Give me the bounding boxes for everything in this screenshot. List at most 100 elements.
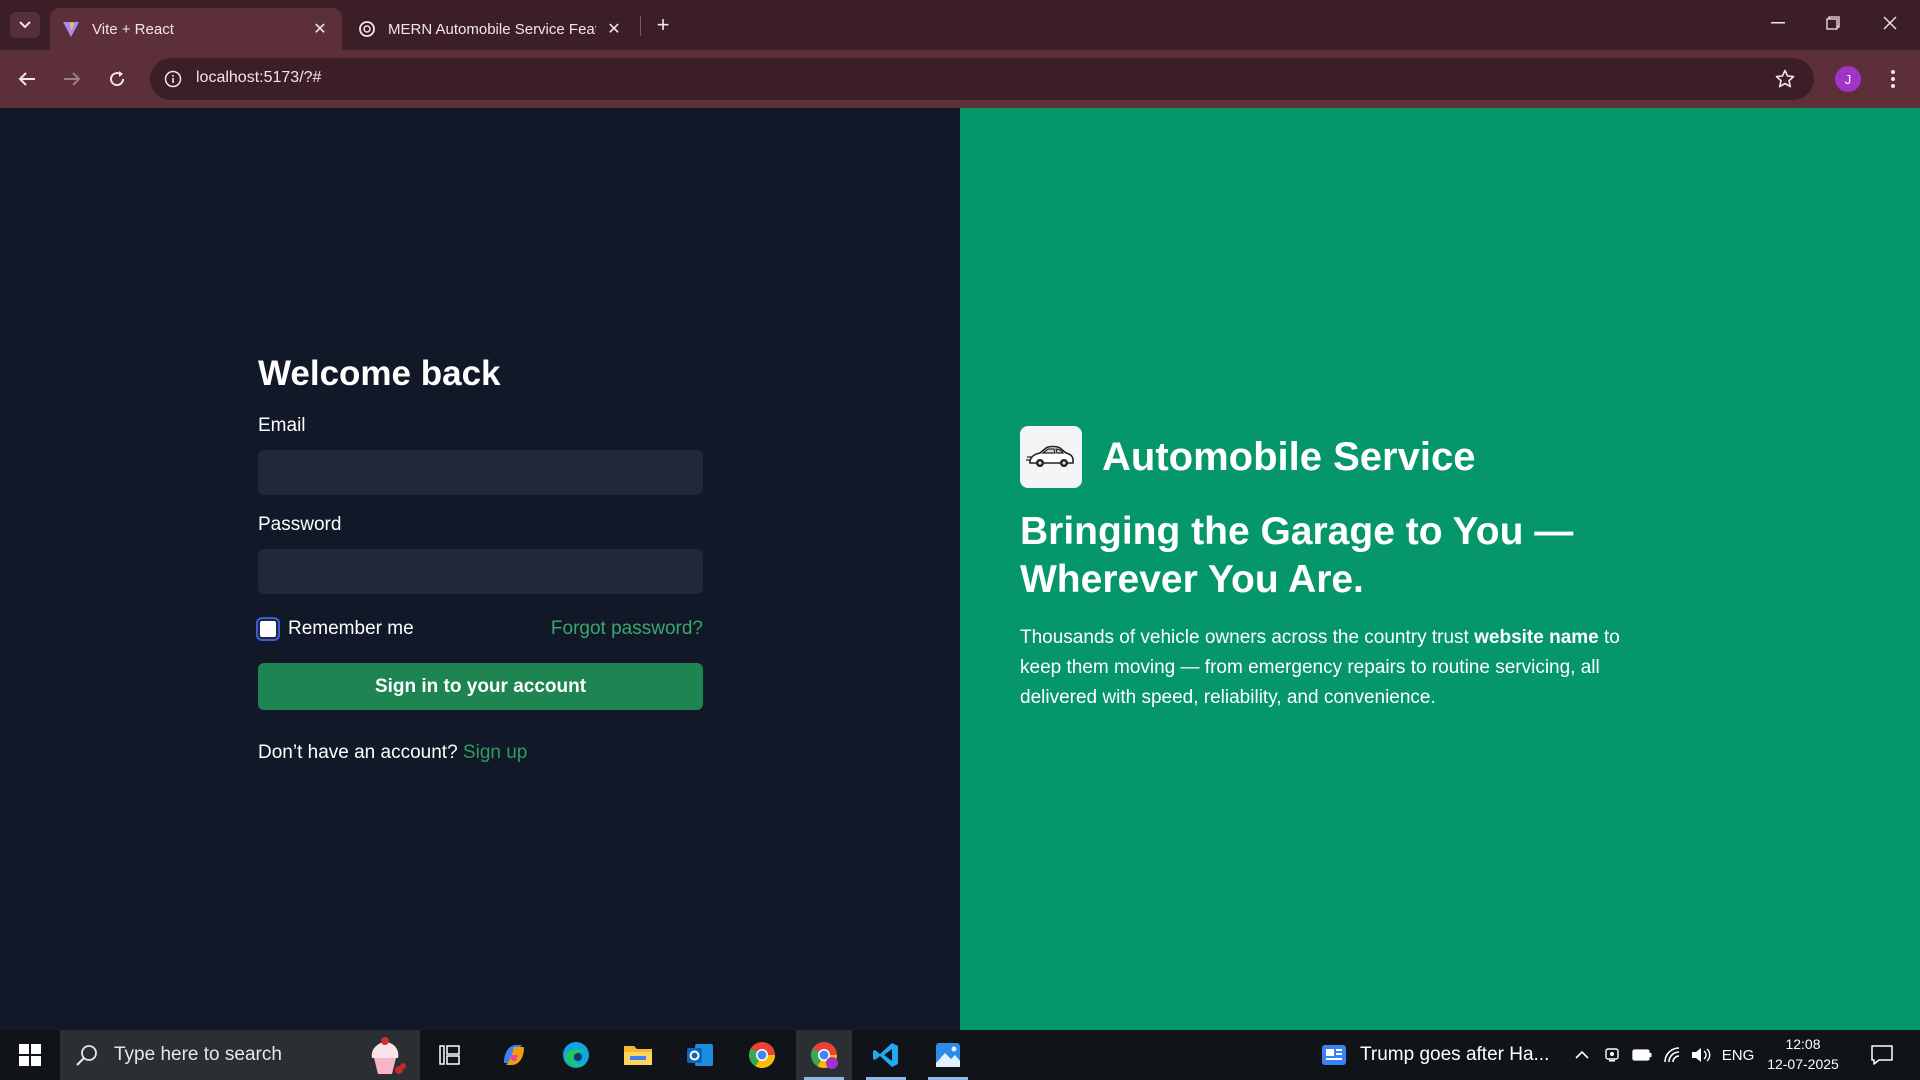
- new-tab-button[interactable]: +: [650, 12, 676, 38]
- chevron-down-icon: [19, 21, 31, 29]
- copilot-icon: [504, 1045, 524, 1065]
- minimize-icon: [1771, 22, 1785, 24]
- back-button[interactable]: [12, 64, 42, 94]
- file-explorer-button[interactable]: [610, 1030, 666, 1080]
- notification-center-button[interactable]: [1862, 1030, 1902, 1080]
- tab-mern-automobile[interactable]: MERN Automobile Service Feat ✕: [346, 8, 636, 50]
- blurb-start: Thousands of vehicle owners across the c…: [1020, 627, 1469, 648]
- browser-menu-button[interactable]: [1880, 64, 1906, 94]
- tab-title: MERN Automobile Service Feat: [388, 20, 596, 38]
- bookmark-star-icon[interactable]: [1774, 68, 1796, 90]
- forgot-password-link[interactable]: Forgot password?: [551, 618, 703, 640]
- outlook-icon: [687, 1044, 713, 1066]
- notification-icon: [1871, 1045, 1893, 1065]
- taskbar-search[interactable]: Type here to search: [60, 1030, 420, 1080]
- meet-now-button[interactable]: [1600, 1030, 1624, 1080]
- sign-in-button[interactable]: Sign in to your account: [258, 663, 703, 710]
- edge-button[interactable]: [548, 1030, 604, 1080]
- clock-time: 12:08: [1785, 1036, 1821, 1052]
- tab-vite-react[interactable]: Vite + React ✕: [50, 8, 342, 50]
- tab-search-button[interactable]: [10, 12, 40, 38]
- photos-button[interactable]: [920, 1030, 976, 1080]
- search-placeholder: Type here to search: [114, 1044, 282, 1065]
- headline-line-1: Bringing the Garage to You —: [1020, 510, 1574, 553]
- vite-icon: [62, 20, 80, 38]
- clock[interactable]: 12:08 12-07-2025: [1760, 1034, 1846, 1074]
- reload-button[interactable]: [102, 64, 132, 94]
- blurb-website-name: website name: [1474, 627, 1599, 648]
- sign-up-link[interactable]: Sign up: [463, 742, 527, 763]
- hero-description: Thousands of vehicle owners across the c…: [1020, 623, 1660, 713]
- reload-icon: [110, 71, 125, 87]
- clock-date: 12-07-2025: [1767, 1056, 1839, 1072]
- close-icon: [1883, 16, 1897, 30]
- taskbar: Type here to search Trump goes after Ha.…: [0, 1030, 1920, 1080]
- headline-line-2: Wherever You Are.: [1020, 558, 1364, 601]
- network-indicator[interactable]: [1660, 1030, 1686, 1080]
- wifi-icon: [1664, 1047, 1680, 1063]
- vscode-icon: [873, 1043, 898, 1067]
- browser-toolbar: localhost:5173/?# J: [0, 50, 1920, 108]
- volume-indicator[interactable]: [1688, 1030, 1714, 1080]
- edge-icon: [563, 1042, 589, 1068]
- remember-label: Remember me: [288, 618, 414, 639]
- search-icon: [74, 1042, 100, 1068]
- email-label: Email: [258, 415, 306, 436]
- car-icon: [1020, 426, 1082, 488]
- close-icon[interactable]: ✕: [604, 19, 624, 39]
- restore-button[interactable]: [1813, 8, 1853, 38]
- outlook-button[interactable]: [672, 1030, 728, 1080]
- hero-headline: Bringing the Garage to You — Wherever Yo…: [1020, 508, 1640, 604]
- signup-row: Don’t have an account? Sign up: [258, 742, 703, 764]
- news-icon: [1320, 1043, 1348, 1067]
- battery-indicator[interactable]: [1628, 1030, 1656, 1080]
- minimize-button[interactable]: [1758, 8, 1798, 38]
- remember-checkbox[interactable]: [258, 619, 278, 639]
- close-window-button[interactable]: [1870, 8, 1910, 38]
- password-field[interactable]: [258, 549, 703, 594]
- more-vertical-icon: [1891, 70, 1895, 88]
- arrow-left-icon: [18, 72, 35, 86]
- address-bar[interactable]: localhost:5173/?#: [150, 58, 1814, 100]
- copilot-button[interactable]: [486, 1030, 542, 1080]
- arrow-right-icon: [64, 72, 81, 86]
- page-title: Welcome back: [258, 354, 501, 393]
- cupcake-icon: [371, 1037, 406, 1074]
- browser-tab-bar: Vite + React ✕ MERN Automobile Service F…: [0, 0, 1920, 50]
- news-widget[interactable]: Trump goes after Ha...: [1320, 1030, 1549, 1080]
- battery-icon: [1632, 1049, 1652, 1061]
- windows-icon: [19, 1044, 41, 1066]
- login-panel: Welcome back Email Password Remember me …: [0, 108, 960, 1030]
- chrome-profile-button[interactable]: [796, 1030, 852, 1080]
- forward-button[interactable]: [57, 64, 87, 94]
- email-field[interactable]: [258, 450, 703, 495]
- speaker-icon: [1692, 1048, 1711, 1062]
- show-hidden-icons-button[interactable]: [1570, 1030, 1594, 1080]
- restore-icon: [1826, 16, 1840, 30]
- tab-title: Vite + React: [92, 20, 174, 38]
- url-text[interactable]: localhost:5173/?#: [196, 69, 321, 87]
- vscode-button[interactable]: [858, 1030, 914, 1080]
- hero-panel: Automobile Service Bringing the Garage t…: [960, 108, 1920, 1030]
- page-content: Welcome back Email Password Remember me …: [0, 108, 1920, 1030]
- language-indicator[interactable]: ENG: [1718, 1030, 1758, 1080]
- remember-row: Remember me Forgot password?: [258, 616, 703, 642]
- profile-avatar[interactable]: J: [1835, 66, 1861, 92]
- folder-icon: [624, 1046, 652, 1065]
- close-icon[interactable]: ✕: [310, 19, 330, 39]
- no-account-text: Don’t have an account?: [258, 742, 458, 763]
- openai-icon: [358, 20, 376, 38]
- webcam-icon: [1605, 1048, 1619, 1062]
- site-info-icon[interactable]: [162, 68, 184, 90]
- remember-me[interactable]: Remember me: [258, 618, 414, 640]
- news-headline: Trump goes after Ha...: [1360, 1044, 1550, 1065]
- tab-divider: [640, 16, 641, 36]
- brand-name: Automobile Service: [1102, 434, 1476, 479]
- photos-icon: [936, 1043, 960, 1067]
- task-view-button[interactable]: [422, 1030, 478, 1080]
- brand: Automobile Service: [1020, 426, 1475, 488]
- chevron-up-icon: [1575, 1051, 1589, 1059]
- chrome-button[interactable]: [734, 1030, 790, 1080]
- start-button[interactable]: [0, 1030, 60, 1080]
- login-form: Welcome back Email Password Remember me …: [258, 350, 703, 764]
